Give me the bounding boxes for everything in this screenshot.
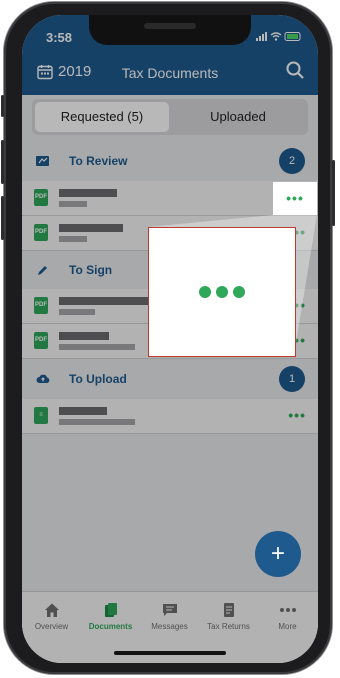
dot-icon bbox=[233, 286, 245, 298]
home-indicator bbox=[114, 651, 226, 655]
mute-switch bbox=[1, 95, 4, 117]
highlighted-more-button[interactable]: ••• bbox=[273, 182, 317, 215]
add-document-button[interactable]: + bbox=[255, 531, 301, 577]
notch bbox=[89, 15, 251, 45]
volume-down-button bbox=[1, 196, 4, 240]
volume-up-button bbox=[1, 140, 4, 184]
dot-icon bbox=[216, 286, 228, 298]
dot-icon bbox=[199, 286, 211, 298]
power-button bbox=[332, 160, 335, 226]
zoomed-more-button bbox=[148, 227, 296, 357]
app-screen: 3:58 2019 Tax Documents Requested (5) Up… bbox=[22, 15, 318, 663]
